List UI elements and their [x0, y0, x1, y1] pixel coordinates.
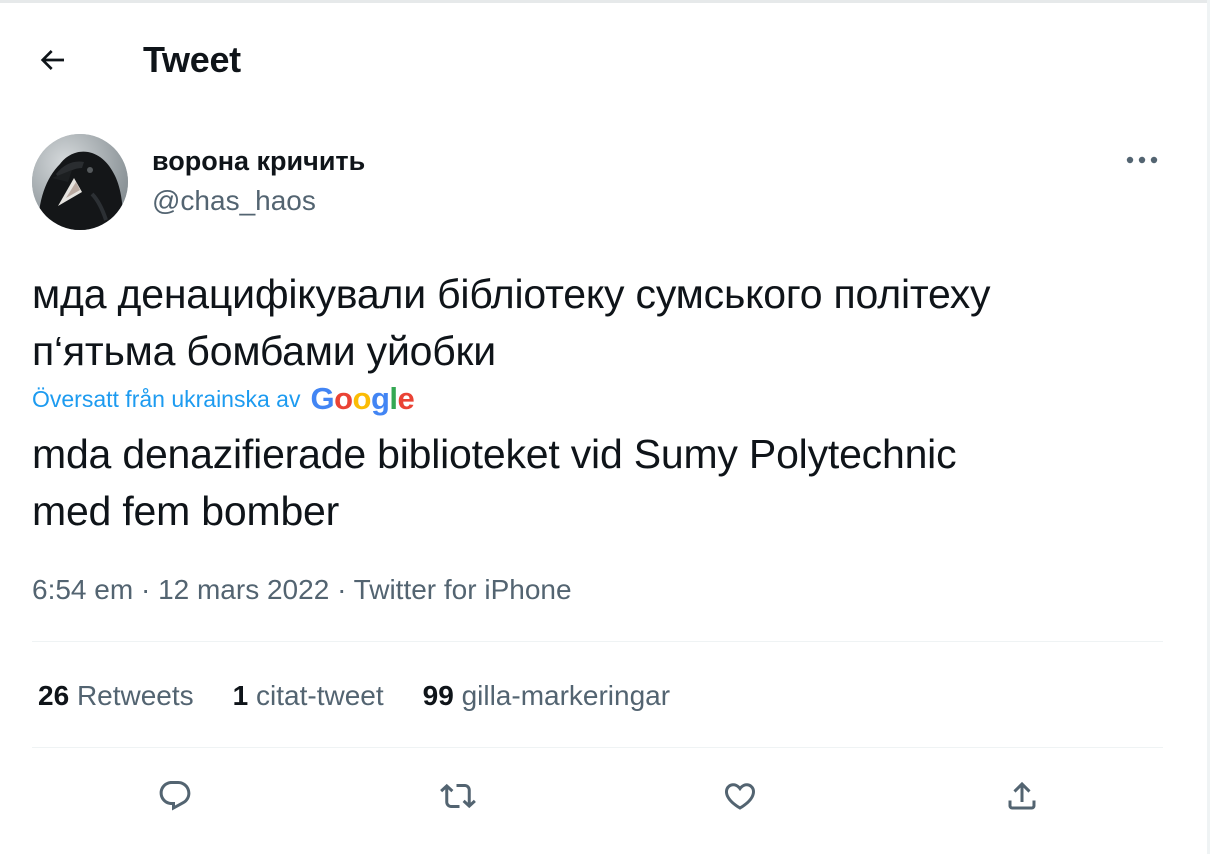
translation-attribution[interactable]: Översatt från ukrainska av Google [32, 381, 415, 416]
tweet-text-line: п‘ятьма бомбами уйобки [32, 328, 496, 374]
tweet-source[interactable]: Twitter for iPhone [354, 574, 572, 605]
divider [32, 747, 1163, 748]
like-button[interactable] [716, 772, 764, 820]
back-button[interactable] [30, 38, 74, 82]
page-header: Tweet [0, 0, 1200, 118]
arrow-left-icon [40, 50, 64, 70]
meta-separator: · [140, 574, 151, 605]
likes-label: gilla-markeringar [461, 680, 671, 711]
translated-text-line: med fem bomber [32, 488, 340, 534]
more-horizontal-icon [1126, 156, 1158, 164]
engagement-stats: 26 Retweets 1 citat-tweet 99 gilla-marke… [38, 676, 709, 716]
share-icon [1008, 781, 1036, 810]
translated-text-line: mda denazifierade biblioteket vid Sumy P… [32, 431, 957, 477]
google-logo: Google [310, 381, 415, 416]
tweet-text: мда денацифікували бібліотеку сумського … [32, 266, 1162, 380]
meta-separator: · [337, 574, 347, 605]
quotes-count: 1 [232, 680, 249, 711]
tweet-text-line: мда денацифікували бібліотеку сумського … [32, 271, 991, 317]
avatar[interactable] [32, 134, 128, 230]
quotes-label: citat-tweet [256, 680, 384, 711]
tweet-date[interactable]: 12 mars 2022 [158, 574, 329, 605]
retweet-icon [440, 783, 476, 809]
retweets-count: 26 [38, 680, 70, 711]
reply-button[interactable] [151, 772, 199, 820]
raven-avatar-image [32, 134, 128, 230]
translated-text: mda denazifierade biblioteket vid Sumy P… [32, 426, 1162, 540]
quotes-stat[interactable]: 1 citat-tweet [233, 676, 384, 716]
more-options-button[interactable] [1118, 138, 1166, 182]
retweets-label: Retweets [76, 680, 194, 711]
page-title: Tweet [143, 39, 241, 80]
tweet-metadata: 6:54 em · 12 mars 2022 · Twitter for iPh… [32, 570, 572, 610]
author-display-name[interactable]: ворона кричить [152, 144, 365, 178]
heart-icon [724, 783, 756, 810]
likes-stat[interactable]: 99 gilla-markeringar [423, 676, 670, 716]
divider [32, 641, 1163, 642]
retweets-stat[interactable]: 26 Retweets [38, 676, 194, 716]
share-button[interactable] [998, 772, 1046, 820]
author-handle[interactable]: @chas_haos [152, 184, 316, 218]
retweet-button[interactable] [434, 772, 482, 820]
translation-attribution-label: Översatt från ukrainska av [32, 385, 301, 412]
reply-icon [159, 781, 191, 811]
tweet-time[interactable]: 6:54 em [32, 574, 133, 605]
likes-count: 99 [422, 680, 454, 711]
